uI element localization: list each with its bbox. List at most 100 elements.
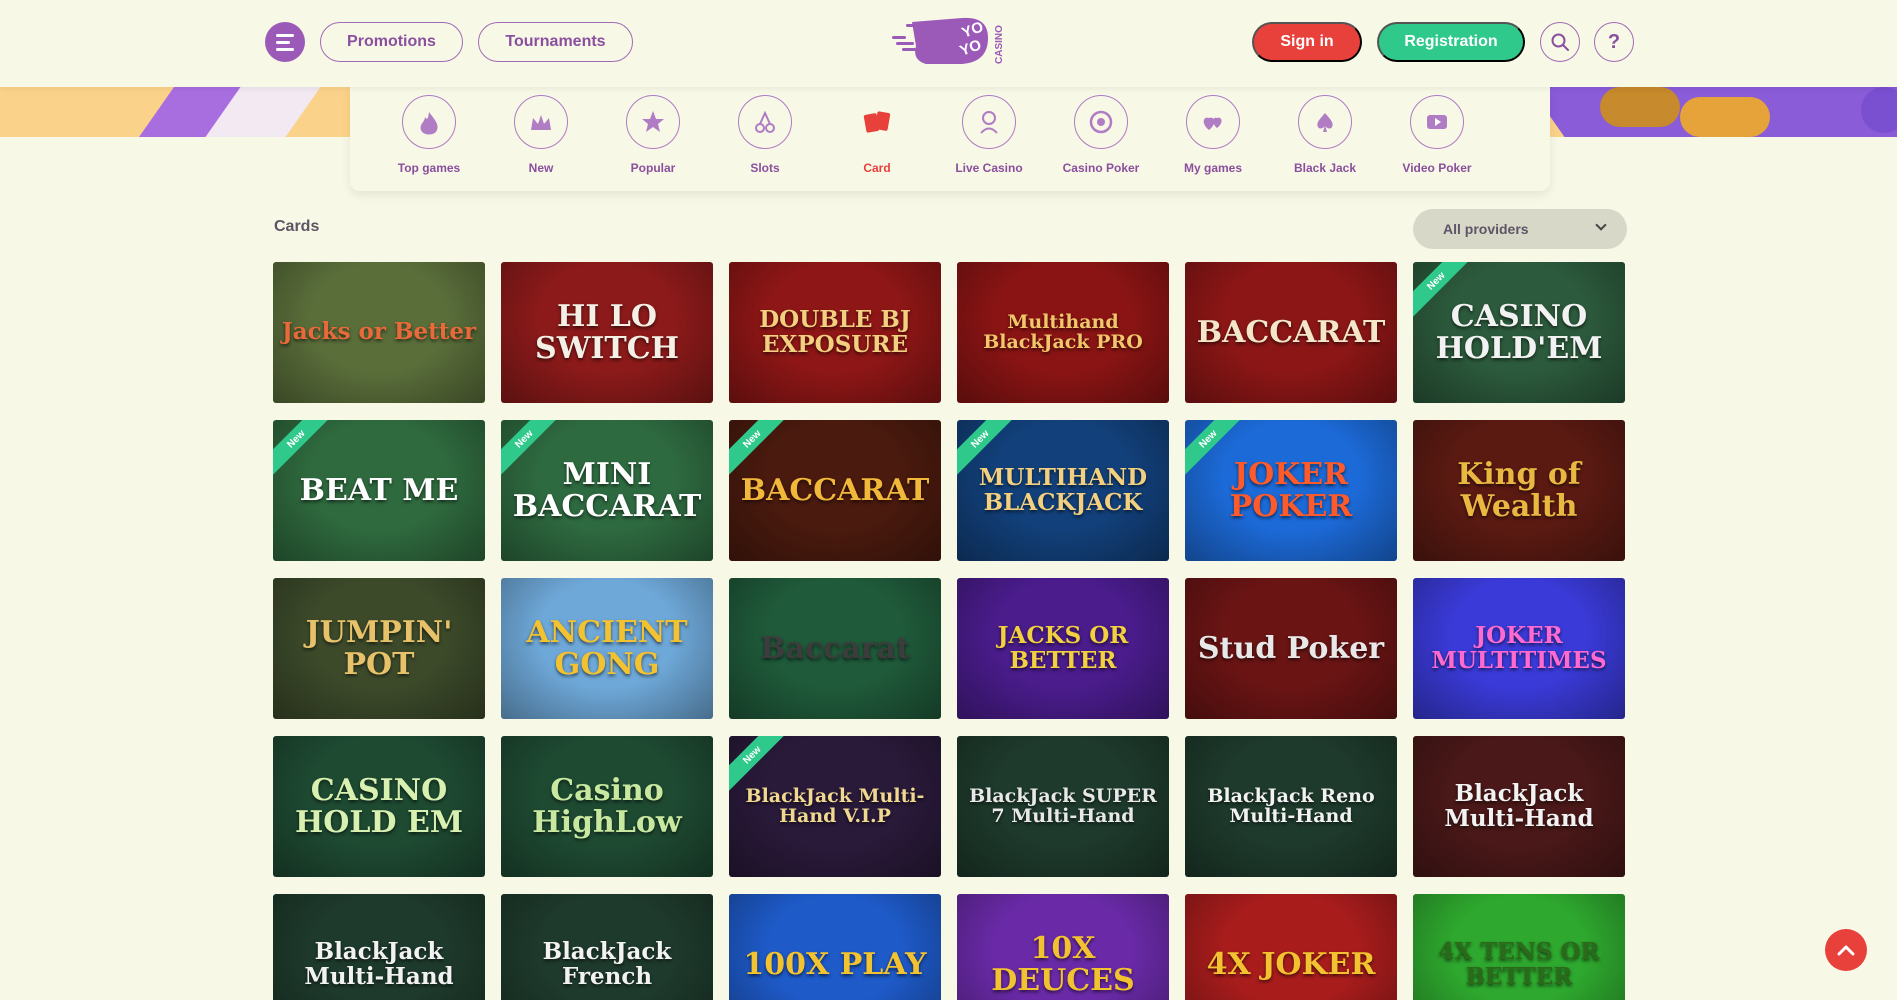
promotions-button[interactable]: Promotions xyxy=(320,22,463,62)
game-title: JACKS OR BETTER xyxy=(997,622,1129,674)
category-label: Slots xyxy=(750,161,780,175)
help-icon[interactable]: ? xyxy=(1594,22,1634,62)
game-tile[interactable]: Baccarat xyxy=(729,578,941,719)
game-tile[interactable]: BlackJack SUPER 7 Multi-Hand xyxy=(957,736,1169,877)
game-title: HI LO SWITCH xyxy=(535,299,679,366)
cards-icon xyxy=(850,95,904,149)
play-icon xyxy=(1410,95,1464,149)
game-tile[interactable]: New MINI BACCARAT xyxy=(501,420,713,561)
category-slots[interactable]: Slots xyxy=(709,95,821,185)
chevron-down-icon xyxy=(1595,219,1607,231)
game-tile[interactable]: Multihand BlackJack PRO xyxy=(957,262,1169,403)
game-tile[interactable]: 10X DEUCES xyxy=(957,894,1169,1000)
game-tile[interactable]: BlackJack Reno Multi-Hand xyxy=(1185,736,1397,877)
category-label: Card xyxy=(863,161,891,175)
game-tile[interactable]: DOUBLE BJ EXPOSURE xyxy=(729,262,941,403)
game-tile[interactable]: King of Wealth xyxy=(1413,420,1625,561)
game-title: JUMPIN' POT xyxy=(305,615,453,682)
poker-chip-icon xyxy=(1074,95,1128,149)
game-title: 100X PLAY xyxy=(743,946,927,982)
star-icon xyxy=(626,95,680,149)
game-tile[interactable]: 100X PLAY xyxy=(729,894,941,1000)
game-tile[interactable]: New MULTIHAND BLACKJACK xyxy=(957,420,1169,561)
section-title: Cards xyxy=(274,218,320,235)
game-title: ANCIENT GONG xyxy=(526,615,688,682)
game-tile[interactable]: New BEAT ME xyxy=(273,420,485,561)
games-grid: Jacks or Better HI LO SWITCH DOUBLE BJ EXP… xyxy=(273,262,1627,1000)
game-title: MINI BACCARAT xyxy=(512,457,702,524)
sign-in-button[interactable]: Sign in xyxy=(1252,22,1362,62)
game-tile[interactable]: 4X TENS OR BETTER xyxy=(1413,894,1625,1000)
game-tile[interactable]: Stud Poker xyxy=(1185,578,1397,719)
game-tile[interactable]: New BlackJack Multi-Hand V.I.P xyxy=(729,736,941,877)
category-casino-poker[interactable]: Casino Poker xyxy=(1045,95,1157,185)
cherry-icon xyxy=(738,95,792,149)
game-title: BlackJack SUPER 7 Multi-Hand xyxy=(969,784,1157,827)
game-title: 4X TENS OR BETTER xyxy=(1438,938,1600,990)
game-title: BlackJack Multi-Hand xyxy=(304,938,454,990)
game-tile[interactable]: New JOKER POKER xyxy=(1185,420,1397,561)
category-label: Top games xyxy=(397,161,461,175)
top-header: Promotions Tournaments YO YO CASINO Sign… xyxy=(0,0,1897,87)
category-label: Black Jack xyxy=(1293,161,1357,175)
category-label: Casino Poker xyxy=(1062,161,1140,175)
game-tile[interactable]: BACCARAT xyxy=(1185,262,1397,403)
game-title: JOKER MULTITIMES xyxy=(1431,622,1607,674)
category-new[interactable]: New xyxy=(485,95,597,185)
game-title: Casino HighLow xyxy=(532,773,682,840)
category-nav: Top games New Popular Slots Card Live Casino C… xyxy=(350,87,1550,191)
category-top-games[interactable]: Top games xyxy=(373,95,485,185)
game-tile[interactable]: BlackJack Multi-Hand xyxy=(1413,736,1625,877)
game-title: DOUBLE BJ EXPOSURE xyxy=(759,306,911,358)
game-tile[interactable]: HI LO SWITCH xyxy=(501,262,713,403)
game-tile[interactable]: JACKS OR BETTER xyxy=(957,578,1169,719)
game-title: BlackJack Reno Multi-Hand xyxy=(1207,784,1375,827)
game-title: BEAT ME xyxy=(299,472,459,508)
game-title: 10X DEUCES xyxy=(991,931,1135,998)
category-label: My games xyxy=(1183,161,1243,175)
category-card[interactable]: Card xyxy=(821,95,933,185)
registration-button[interactable]: Registration xyxy=(1377,22,1525,62)
game-tile[interactable]: CASINO HOLD EM xyxy=(273,736,485,877)
game-title: BACCARAT xyxy=(740,472,930,508)
flame-icon xyxy=(402,95,456,149)
spade-icon xyxy=(1298,95,1352,149)
category-video-poker[interactable]: Video Poker xyxy=(1381,95,1493,185)
category-my-games[interactable]: My games xyxy=(1157,95,1269,185)
dealer-icon xyxy=(962,95,1016,149)
category-label: Popular xyxy=(630,161,676,175)
game-title: Jacks or Better xyxy=(281,318,477,346)
game-title: BlackJack Multi-Hand xyxy=(1444,780,1594,832)
game-tile[interactable]: 4X JOKER xyxy=(1185,894,1397,1000)
scroll-to-top-button[interactable] xyxy=(1825,929,1867,971)
game-tile[interactable]: New BACCARAT xyxy=(729,420,941,561)
provider-filter-dropdown[interactable]: All providers xyxy=(1413,209,1627,249)
game-title: 4X JOKER xyxy=(1206,946,1376,982)
game-title: Multihand BlackJack PRO xyxy=(983,310,1143,353)
game-tile[interactable]: Jacks or Better xyxy=(273,262,485,403)
game-tile[interactable]: ANCIENT GONG xyxy=(501,578,713,719)
game-title: BACCARAT xyxy=(1196,314,1386,350)
game-title: JOKER POKER xyxy=(1229,457,1353,524)
game-tile[interactable]: Casino HighLow xyxy=(501,736,713,877)
game-tile[interactable]: BlackJack French xyxy=(501,894,713,1000)
new-badge: New xyxy=(273,420,335,478)
game-tile[interactable]: New CASINO HOLD'EM xyxy=(1413,262,1625,403)
category-label: Video Poker xyxy=(1402,161,1472,175)
category-black-jack[interactable]: Black Jack xyxy=(1269,95,1381,185)
game-tile[interactable]: JUMPIN' POT xyxy=(273,578,485,719)
game-title: King of Wealth xyxy=(1457,457,1581,524)
game-tile[interactable]: JOKER MULTITIMES xyxy=(1413,578,1625,719)
yoyo-casino-logo[interactable]: YO YO CASINO xyxy=(892,16,1008,68)
hamburger-menu-icon[interactable] xyxy=(265,22,305,62)
provider-filter-value: All providers xyxy=(1443,221,1529,237)
category-popular[interactable]: Popular xyxy=(597,95,709,185)
crown-icon xyxy=(514,95,568,149)
game-tile[interactable]: BlackJack Multi-Hand xyxy=(273,894,485,1000)
search-icon[interactable] xyxy=(1540,22,1580,62)
game-title: BlackJack Multi-Hand V.I.P xyxy=(745,784,925,827)
game-title: BlackJack French xyxy=(542,938,672,990)
tournaments-button[interactable]: Tournaments xyxy=(478,22,633,62)
category-label: Live Casino xyxy=(955,161,1023,175)
category-live-casino[interactable]: Live Casino xyxy=(933,95,1045,185)
